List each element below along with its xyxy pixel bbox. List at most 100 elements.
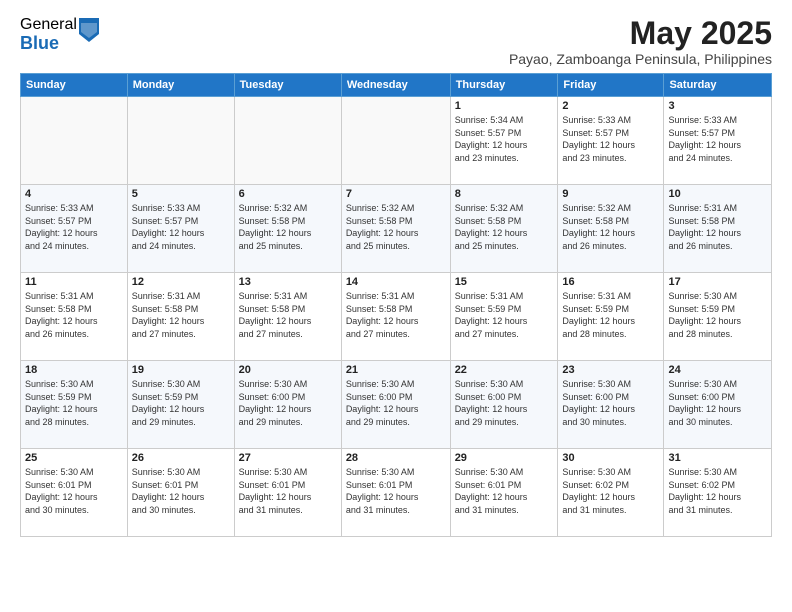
day-info: Sunrise: 5:30 AM Sunset: 5:59 PM Dayligh… xyxy=(25,378,123,428)
day-of-week-monday: Monday xyxy=(127,74,234,97)
calendar-week-4: 18 Sunrise: 5:30 AM Sunset: 5:59 PM Dayli… xyxy=(21,361,772,449)
calendar-cell: 29 Sunrise: 5:30 AM Sunset: 6:01 PM Dayli… xyxy=(450,449,558,537)
day-info: Sunrise: 5:31 AM Sunset: 5:58 PM Dayligh… xyxy=(239,290,337,340)
calendar-cell: 19 Sunrise: 5:30 AM Sunset: 5:59 PM Dayli… xyxy=(127,361,234,449)
day-info: Sunrise: 5:30 AM Sunset: 5:59 PM Dayligh… xyxy=(132,378,230,428)
day-info: Sunrise: 5:33 AM Sunset: 5:57 PM Dayligh… xyxy=(25,202,123,252)
day-number: 21 xyxy=(346,364,446,376)
day-info: Sunrise: 5:31 AM Sunset: 5:58 PM Dayligh… xyxy=(25,290,123,340)
day-info: Sunrise: 5:30 AM Sunset: 6:02 PM Dayligh… xyxy=(668,466,767,516)
day-info: Sunrise: 5:30 AM Sunset: 6:00 PM Dayligh… xyxy=(562,378,659,428)
calendar-week-5: 25 Sunrise: 5:30 AM Sunset: 6:01 PM Dayli… xyxy=(21,449,772,537)
calendar-cell: 12 Sunrise: 5:31 AM Sunset: 5:58 PM Dayli… xyxy=(127,273,234,361)
calendar-cell: 7 Sunrise: 5:32 AM Sunset: 5:58 PM Daylig… xyxy=(341,185,450,273)
day-info: Sunrise: 5:32 AM Sunset: 5:58 PM Dayligh… xyxy=(455,202,554,252)
calendar-cell: 13 Sunrise: 5:31 AM Sunset: 5:58 PM Dayli… xyxy=(234,273,341,361)
day-number: 14 xyxy=(346,276,446,288)
day-number: 18 xyxy=(25,364,123,376)
day-info: Sunrise: 5:30 AM Sunset: 6:01 PM Dayligh… xyxy=(25,466,123,516)
day-info: Sunrise: 5:32 AM Sunset: 5:58 PM Dayligh… xyxy=(562,202,659,252)
day-number: 7 xyxy=(346,188,446,200)
logo-general: General xyxy=(20,16,77,34)
calendar-cell: 20 Sunrise: 5:30 AM Sunset: 6:00 PM Dayli… xyxy=(234,361,341,449)
day-info: Sunrise: 5:31 AM Sunset: 5:58 PM Dayligh… xyxy=(346,290,446,340)
calendar-cell xyxy=(341,97,450,185)
logo-icon xyxy=(79,18,99,42)
day-info: Sunrise: 5:32 AM Sunset: 5:58 PM Dayligh… xyxy=(346,202,446,252)
day-number: 12 xyxy=(132,276,230,288)
day-info: Sunrise: 5:31 AM Sunset: 5:58 PM Dayligh… xyxy=(132,290,230,340)
day-info: Sunrise: 5:31 AM Sunset: 5:59 PM Dayligh… xyxy=(455,290,554,340)
day-info: Sunrise: 5:30 AM Sunset: 5:59 PM Dayligh… xyxy=(668,290,767,340)
calendar-cell: 14 Sunrise: 5:31 AM Sunset: 5:58 PM Dayli… xyxy=(341,273,450,361)
day-number: 13 xyxy=(239,276,337,288)
day-info: Sunrise: 5:30 AM Sunset: 6:02 PM Dayligh… xyxy=(562,466,659,516)
calendar-cell: 27 Sunrise: 5:30 AM Sunset: 6:01 PM Dayli… xyxy=(234,449,341,537)
calendar-cell xyxy=(234,97,341,185)
calendar-cell xyxy=(21,97,128,185)
calendar-cell: 31 Sunrise: 5:30 AM Sunset: 6:02 PM Dayli… xyxy=(664,449,772,537)
day-number: 17 xyxy=(668,276,767,288)
calendar-header-row: SundayMondayTuesdayWednesdayThursdayFrid… xyxy=(21,74,772,97)
day-of-week-wednesday: Wednesday xyxy=(341,74,450,97)
day-number: 9 xyxy=(562,188,659,200)
day-number: 31 xyxy=(668,452,767,464)
day-number: 15 xyxy=(455,276,554,288)
calendar-cell: 3 Sunrise: 5:33 AM Sunset: 5:57 PM Daylig… xyxy=(664,97,772,185)
calendar-cell xyxy=(127,97,234,185)
day-of-week-sunday: Sunday xyxy=(21,74,128,97)
day-info: Sunrise: 5:31 AM Sunset: 5:59 PM Dayligh… xyxy=(562,290,659,340)
day-number: 30 xyxy=(562,452,659,464)
calendar-cell: 23 Sunrise: 5:30 AM Sunset: 6:00 PM Dayli… xyxy=(558,361,664,449)
calendar-cell: 30 Sunrise: 5:30 AM Sunset: 6:02 PM Dayli… xyxy=(558,449,664,537)
day-info: Sunrise: 5:33 AM Sunset: 5:57 PM Dayligh… xyxy=(668,114,767,164)
calendar-table: SundayMondayTuesdayWednesdayThursdayFrid… xyxy=(20,73,772,537)
day-number: 29 xyxy=(455,452,554,464)
calendar-cell: 2Sunrise: 5:33 AM Sunset: 5:57 PM Daylig… xyxy=(558,97,664,185)
day-info: Sunrise: 5:33 AM Sunset: 5:57 PM Dayligh… xyxy=(132,202,230,252)
calendar-cell: 25 Sunrise: 5:30 AM Sunset: 6:01 PM Dayli… xyxy=(21,449,128,537)
day-info: Sunrise: 5:33 AM Sunset: 5:57 PM Dayligh… xyxy=(562,114,659,164)
day-info: Sunrise: 5:30 AM Sunset: 6:01 PM Dayligh… xyxy=(239,466,337,516)
day-number: 6 xyxy=(239,188,337,200)
day-number: 4 xyxy=(25,188,123,200)
day-number: 5 xyxy=(132,188,230,200)
day-number: 8 xyxy=(455,188,554,200)
day-number: 3 xyxy=(668,100,767,112)
day-info: Sunrise: 5:32 AM Sunset: 5:58 PM Dayligh… xyxy=(239,202,337,252)
calendar-cell: 26 Sunrise: 5:30 AM Sunset: 6:01 PM Dayli… xyxy=(127,449,234,537)
day-number: 11 xyxy=(25,276,123,288)
day-info: Sunrise: 5:30 AM Sunset: 6:00 PM Dayligh… xyxy=(455,378,554,428)
day-number: 28 xyxy=(346,452,446,464)
day-of-week-thursday: Thursday xyxy=(450,74,558,97)
calendar-cell: 1Sunrise: 5:34 AM Sunset: 5:57 PM Daylig… xyxy=(450,97,558,185)
calendar-week-2: 4 Sunrise: 5:33 AM Sunset: 5:57 PM Daylig… xyxy=(21,185,772,273)
day-of-week-friday: Friday xyxy=(558,74,664,97)
day-info: Sunrise: 5:30 AM Sunset: 6:01 PM Dayligh… xyxy=(455,466,554,516)
day-number: 20 xyxy=(239,364,337,376)
calendar-cell: 6 Sunrise: 5:32 AM Sunset: 5:58 PM Daylig… xyxy=(234,185,341,273)
day-info: Sunrise: 5:30 AM Sunset: 6:00 PM Dayligh… xyxy=(239,378,337,428)
calendar-cell: 24Sunrise: 5:30 AM Sunset: 6:00 PM Dayli… xyxy=(664,361,772,449)
day-number: 25 xyxy=(25,452,123,464)
day-number: 26 xyxy=(132,452,230,464)
calendar-cell: 28Sunrise: 5:30 AM Sunset: 6:01 PM Dayli… xyxy=(341,449,450,537)
day-of-week-tuesday: Tuesday xyxy=(234,74,341,97)
title-block: May 2025 Payao, Zamboanga Peninsula, Phi… xyxy=(509,16,772,67)
calendar-cell: 15 Sunrise: 5:31 AM Sunset: 5:59 PM Dayli… xyxy=(450,273,558,361)
day-number: 24 xyxy=(668,364,767,376)
day-info: Sunrise: 5:30 AM Sunset: 6:00 PM Dayligh… xyxy=(346,378,446,428)
calendar-cell: 8 Sunrise: 5:32 AM Sunset: 5:58 PM Daylig… xyxy=(450,185,558,273)
calendar-cell: 10Sunrise: 5:31 AM Sunset: 5:58 PM Dayli… xyxy=(664,185,772,273)
day-number: 27 xyxy=(239,452,337,464)
calendar-week-3: 11 Sunrise: 5:31 AM Sunset: 5:58 PM Dayli… xyxy=(21,273,772,361)
day-number: 16 xyxy=(562,276,659,288)
day-number: 23 xyxy=(562,364,659,376)
calendar-cell: 4 Sunrise: 5:33 AM Sunset: 5:57 PM Daylig… xyxy=(21,185,128,273)
day-info: Sunrise: 5:30 AM Sunset: 6:01 PM Dayligh… xyxy=(132,466,230,516)
location: Payao, Zamboanga Peninsula, Philippines xyxy=(509,51,772,67)
day-number: 19 xyxy=(132,364,230,376)
calendar-cell: 22Sunrise: 5:30 AM Sunset: 6:00 PM Dayli… xyxy=(450,361,558,449)
day-of-week-saturday: Saturday xyxy=(664,74,772,97)
calendar-cell: 16 Sunrise: 5:31 AM Sunset: 5:59 PM Dayli… xyxy=(558,273,664,361)
